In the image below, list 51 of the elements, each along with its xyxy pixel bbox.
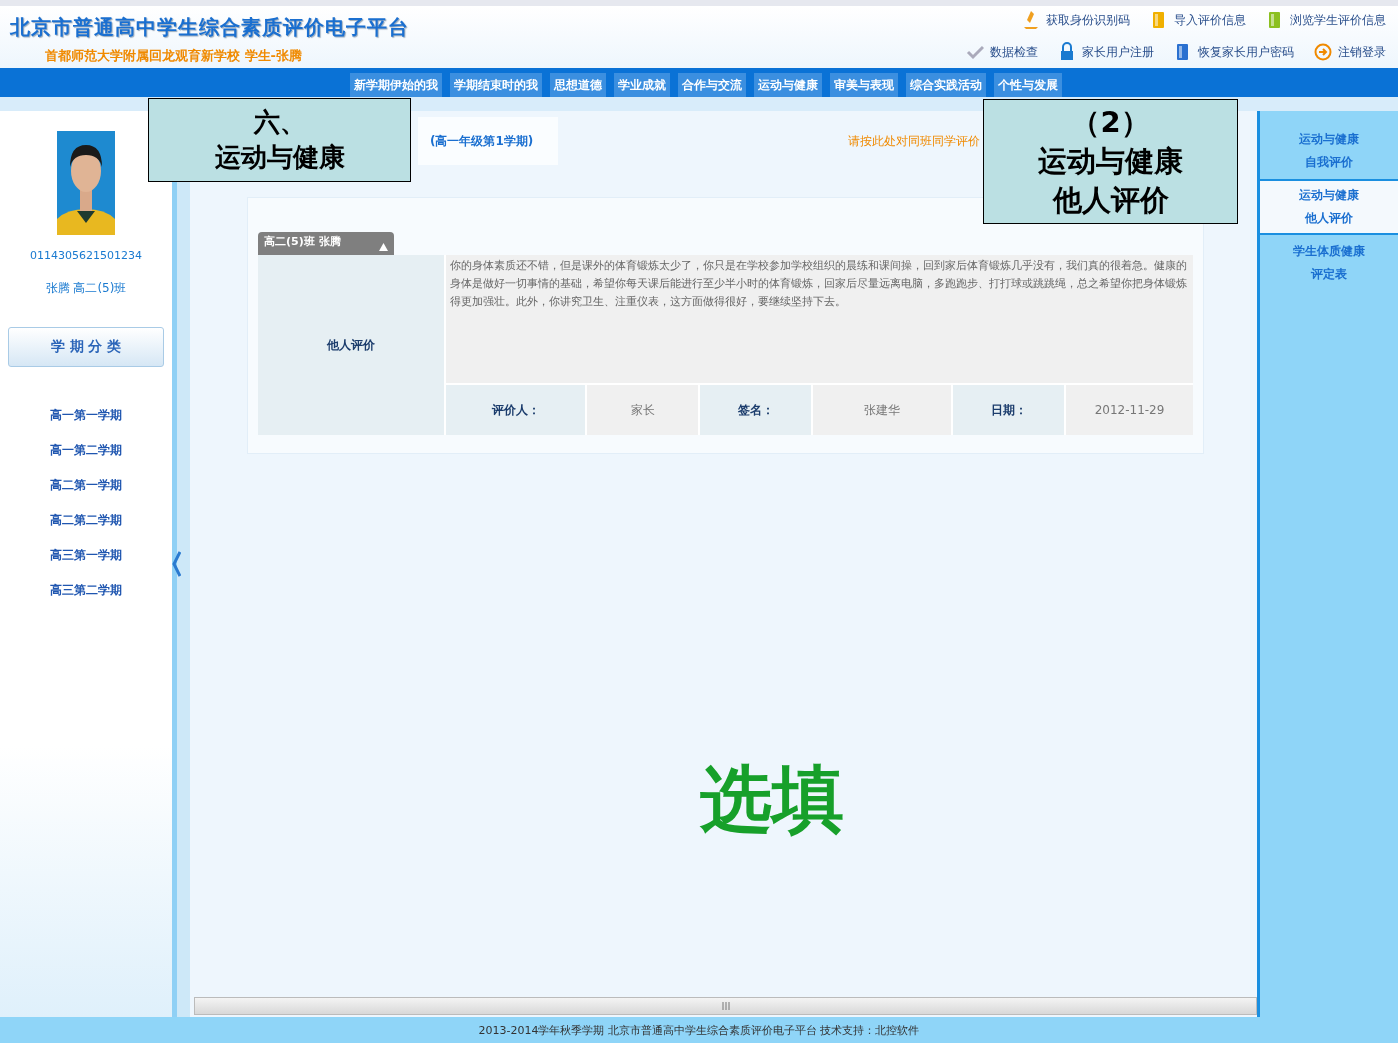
nav-tab[interactable]: 合作与交流	[678, 73, 746, 97]
field-value: 张建华	[813, 385, 951, 435]
header-link[interactable]: 获取身份识别码	[1022, 10, 1130, 30]
optional-label: 选填	[700, 756, 844, 843]
field-label: 日期：	[953, 385, 1064, 435]
semester-tab[interactable]: (高一年级第1学期)	[418, 117, 558, 165]
nav-tab[interactable]: 思想道德	[550, 73, 606, 97]
student-id: 0114305621501234	[30, 249, 142, 262]
site-title: 北京市普通高中学生综合素质评价电子平台	[9, 14, 409, 41]
row-label: 他人评价	[258, 255, 444, 435]
student-name: 张腾 高二(5)班	[45, 280, 127, 297]
lock-icon	[1058, 42, 1076, 62]
nav-tab[interactable]: 学期结束时的我	[450, 73, 542, 97]
semester-link[interactable]: 高三第一学期	[50, 547, 122, 564]
side-menu-item[interactable]: 运动与健康 他人评价	[1260, 179, 1398, 235]
school-and-user: 首都师范大学附属回龙观育新学校 学生-张腾	[44, 47, 303, 65]
semester-heading: 学 期 分 类	[8, 327, 164, 367]
nav-tab[interactable]: 运动与健康	[754, 73, 822, 97]
semester-link[interactable]: 高二第二学期	[50, 512, 122, 529]
callout-box: 六、 运动与健康	[148, 98, 411, 182]
semester-link[interactable]: 高三第二学期	[50, 582, 122, 599]
semester-link[interactable]: 高一第二学期	[50, 442, 122, 459]
side-menu-item[interactable]: 运动与健康 自我评价	[1260, 123, 1398, 179]
header-link[interactable]: 导入评价信息	[1150, 10, 1246, 30]
nav-tab[interactable]: 学业成就	[614, 73, 670, 97]
collapse-icon[interactable]	[172, 551, 181, 577]
semester-link[interactable]: 高二第一学期	[50, 477, 122, 494]
header-link[interactable]: 浏览学生评价信息	[1266, 10, 1386, 30]
header-link[interactable]: 家长用户注册	[1058, 42, 1154, 62]
field-value: 家长	[587, 385, 698, 435]
field-value: 2012-11-29	[1066, 385, 1193, 435]
footer-text: 2013-2014学年秋季学期 北京市普通高中学生综合素质评价电子平台 技术支持：北控软件	[0, 1017, 1398, 1043]
comment-text: 你的身体素质还不错，但是课外的体育锻炼太少了，你只是在学校参加学校组织的晨练和课间操，回到家后体育锻炼几乎没有，我们真的很着急。健康的身体是做好一切事情的基础，希望你每天课后能进行至少半小时的体育锻炼，回家后尽量远离电脑，多跑跑步、打打球或跳跳绳，总之希望你把身体锻炼得更加强壮。此外，你讲究卫生、注重仪表，这方面做得很好，要继续坚持下去。	[446, 255, 1193, 383]
nav-tab[interactable]: 综合实践活动	[906, 73, 986, 97]
grip-icon	[721, 1002, 730, 1010]
semester-link[interactable]: 高一第一学期	[50, 407, 122, 424]
nav-tab[interactable]: 新学期伊始的我	[350, 73, 442, 97]
header-link[interactable]: 注销登录	[1314, 42, 1386, 62]
side-menu-item[interactable]: 学生体质健康 评定表	[1260, 235, 1398, 291]
header-link[interactable]: 数据检查	[966, 42, 1038, 62]
panel-title: 高二(5)班 张腾	[264, 234, 341, 250]
horizontal-scrollbar[interactable]	[194, 997, 1257, 1015]
header-link[interactable]: 恢复家长用户密码	[1174, 42, 1294, 62]
field-label: 签名：	[700, 385, 811, 435]
collapse-icon[interactable]	[379, 243, 388, 251]
logout-icon	[1314, 42, 1332, 62]
pen-icon	[1022, 10, 1040, 30]
nav-tab[interactable]: 个性与发展	[994, 73, 1062, 97]
callout-box: （2） 运动与健康 他人评价	[983, 99, 1238, 224]
field-label: 评价人：	[446, 385, 585, 435]
nav-tab[interactable]: 审美与表现	[830, 73, 898, 97]
